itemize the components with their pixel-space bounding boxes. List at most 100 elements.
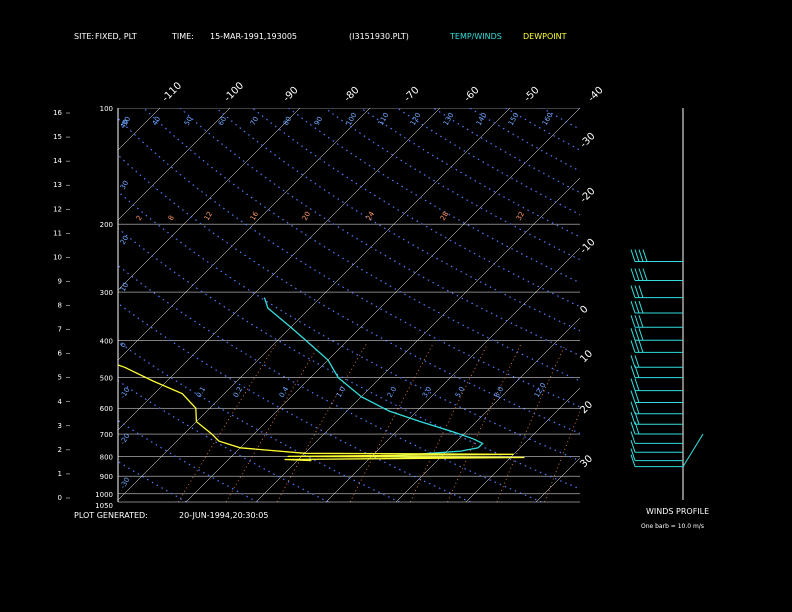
height-tick-label: 11 (53, 229, 62, 237)
height-tick-label: 10 (53, 253, 62, 261)
pressure-tick-label: 500 (100, 375, 113, 383)
isotherm-line (746, 108, 792, 502)
dry-adiabat (578, 108, 580, 110)
left-adiabat-label: 10 (119, 281, 130, 293)
temperature-tick-label: -90 (281, 85, 300, 104)
mixing-ratio-line (177, 344, 277, 502)
pressure-tick-label: 900 (100, 473, 113, 481)
wind-barb-flag (630, 268, 636, 281)
mixing-ratio-line (349, 344, 434, 502)
dry-adiabat-label: 50 (183, 115, 194, 127)
mixing-ratio-line (620, 344, 676, 502)
mixing-ratio-line (409, 344, 488, 502)
wind-barb-flag (638, 249, 644, 262)
height-tick-label: 8 (58, 302, 62, 310)
dry-adiabat-label: 130 (442, 111, 456, 127)
dry-adiabat (360, 108, 580, 238)
wind-barb-flag (634, 285, 640, 298)
left-adiabat-label: -30 (119, 476, 132, 490)
temperature-tick-label: -100 (222, 80, 246, 104)
wind-barb-flag (634, 378, 640, 391)
isotherm-line (118, 108, 161, 151)
dry-adiabat (469, 108, 580, 172)
temperature-tick-label: -20 (578, 186, 597, 205)
isotherm-line (676, 108, 792, 502)
temperature-tick-label: -10 (578, 237, 597, 256)
mixing-ratio-label-lower: 12.0 (533, 381, 548, 399)
dry-adiabat-label: 40 (151, 115, 162, 127)
wind-barb-flag (634, 328, 640, 341)
height-tick-label: 14 (53, 157, 62, 165)
dry-adiabat-label: 150 (507, 111, 521, 127)
isotherm-line (255, 177, 580, 502)
pressure-tick-label: 200 (100, 221, 113, 229)
pressure-tick-label: 700 (100, 431, 113, 439)
dry-adiabat (760, 108, 792, 502)
mixing-ratio-label: 32 (515, 210, 526, 222)
isotherm-line (465, 387, 580, 502)
mixing-ratio-label-lower: 2.0 (386, 385, 398, 399)
mixing-ratio-label: 24 (365, 210, 377, 222)
dry-adiabat (118, 379, 329, 502)
height-tick-label: 5 (58, 374, 62, 382)
height-tick-label: 3 (58, 422, 62, 430)
wind-barb-flag (634, 300, 640, 314)
wind-barb-flag (638, 300, 644, 314)
wind-barb-flag (638, 268, 644, 281)
wind-barb-flag (630, 340, 636, 353)
mixing-ratio-label: 8 (167, 214, 176, 222)
pressure-tick-label: 1050 (95, 502, 113, 510)
height-tick-label: 6 (58, 350, 63, 358)
dry-adiabat (215, 108, 580, 332)
wind-barb-flag (634, 249, 640, 262)
mixing-ratio-label-lower: 5.0 (454, 385, 466, 399)
mixing-ratio-label-lower: 1.0 (335, 385, 347, 399)
mixing-ratio-label-lower: 0.4 (278, 385, 291, 399)
mixing-ratio-label: 28 (439, 210, 450, 222)
wind-barb-flag (630, 328, 636, 341)
wind-barb-flag (630, 378, 636, 391)
temperature-tick-label: 30 (578, 453, 595, 470)
wind-barb-flag (638, 328, 644, 341)
wind-barb-flag (642, 249, 648, 262)
dry-adiabat (396, 108, 580, 216)
dry-adiabat (0, 108, 45, 502)
pressure-tick-label: 600 (100, 405, 113, 413)
mixing-ratio-label: 20 (301, 210, 312, 222)
mixing-ratio-line (276, 344, 367, 502)
isotherm-line (118, 108, 231, 221)
mixing-ratio-label: 2 (135, 214, 144, 222)
isotherm-line (395, 317, 580, 502)
height-tick-label: 2 (58, 446, 62, 454)
wind-barb-flag (634, 315, 640, 328)
height-tick-label: 13 (53, 181, 62, 189)
height-tick-label: 0 (58, 494, 62, 502)
temperature-tick-label: -70 (402, 85, 421, 104)
isotherm-line (0, 108, 20, 502)
isotherm-line (0, 108, 90, 502)
pressure-tick-label: 1000 (95, 491, 113, 499)
dry-adiabat (288, 108, 580, 284)
height-tick-label: 1 (58, 470, 62, 478)
temperature-tick-label: -50 (522, 85, 541, 104)
left-adiabat-label: -10 (119, 386, 132, 400)
dry-adiabat-label: 60 (217, 115, 228, 127)
mixing-ratio-label-lower: 8.0 (493, 385, 505, 399)
mixing-ratio-line (645, 344, 698, 502)
isotherm-line (118, 108, 301, 291)
dry-adiabat-label: 90 (313, 115, 324, 127)
wind-barb-flag (634, 355, 640, 368)
wind-barb-flag (630, 401, 636, 414)
wind-barb-flag (642, 268, 648, 281)
wind-barb-flag (630, 454, 636, 467)
mixing-ratio-line (588, 344, 647, 502)
height-tick-label: 9 (58, 277, 62, 285)
dry-adiabat (433, 108, 580, 194)
dry-adiabat-label: 120 (409, 111, 423, 127)
dry-adiabat (118, 264, 542, 502)
wind-barb-flag (638, 340, 644, 353)
mixing-ratio-label-lower: 0.1 (195, 385, 207, 399)
wind-barb-flag (638, 315, 644, 328)
wind-barb-flag (634, 340, 640, 353)
temperature-tick-label: 10 (578, 348, 595, 365)
